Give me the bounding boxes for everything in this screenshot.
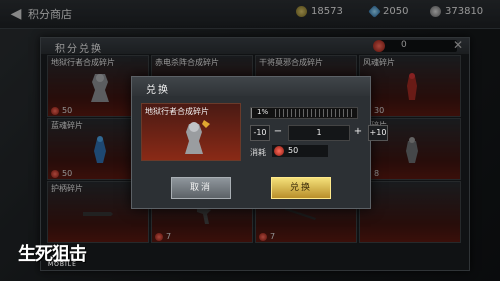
progress-fill bbox=[251, 108, 253, 118]
exchange-dialog: 兑换 地狱行者合成碎片 1% -10 − 1 + +10 消耗 50 取消 兑换 bbox=[131, 76, 388, 209]
confirm-exchange-button[interactable]: 兑换 bbox=[271, 177, 331, 199]
cost-value: 50 bbox=[288, 146, 299, 155]
cost-display: 50 bbox=[272, 145, 328, 157]
points-icon bbox=[274, 146, 284, 156]
quantity-field[interactable]: 1 bbox=[288, 125, 350, 141]
selected-item: 地狱行者合成碎片 bbox=[141, 103, 241, 161]
cancel-button[interactable]: 取消 bbox=[171, 177, 231, 199]
cost-label: 消耗 bbox=[250, 148, 266, 157]
fragment-progress-bar: 1% bbox=[250, 107, 358, 119]
game-logo: 生死狙击 MOBILE bbox=[18, 244, 87, 268]
minus-10-button[interactable]: -10 bbox=[250, 125, 270, 141]
dialog-header: 兑换 bbox=[132, 77, 370, 96]
plus-10-button[interactable]: +10 bbox=[368, 125, 388, 141]
selected-item-name: 地狱行者合成碎片 bbox=[145, 107, 209, 116]
dialog-title: 兑换 bbox=[146, 85, 170, 96]
character-icon bbox=[185, 120, 210, 154]
minus-button[interactable]: − bbox=[272, 125, 284, 139]
plus-button[interactable]: + bbox=[352, 125, 364, 139]
progress-text: 1% bbox=[257, 108, 269, 116]
